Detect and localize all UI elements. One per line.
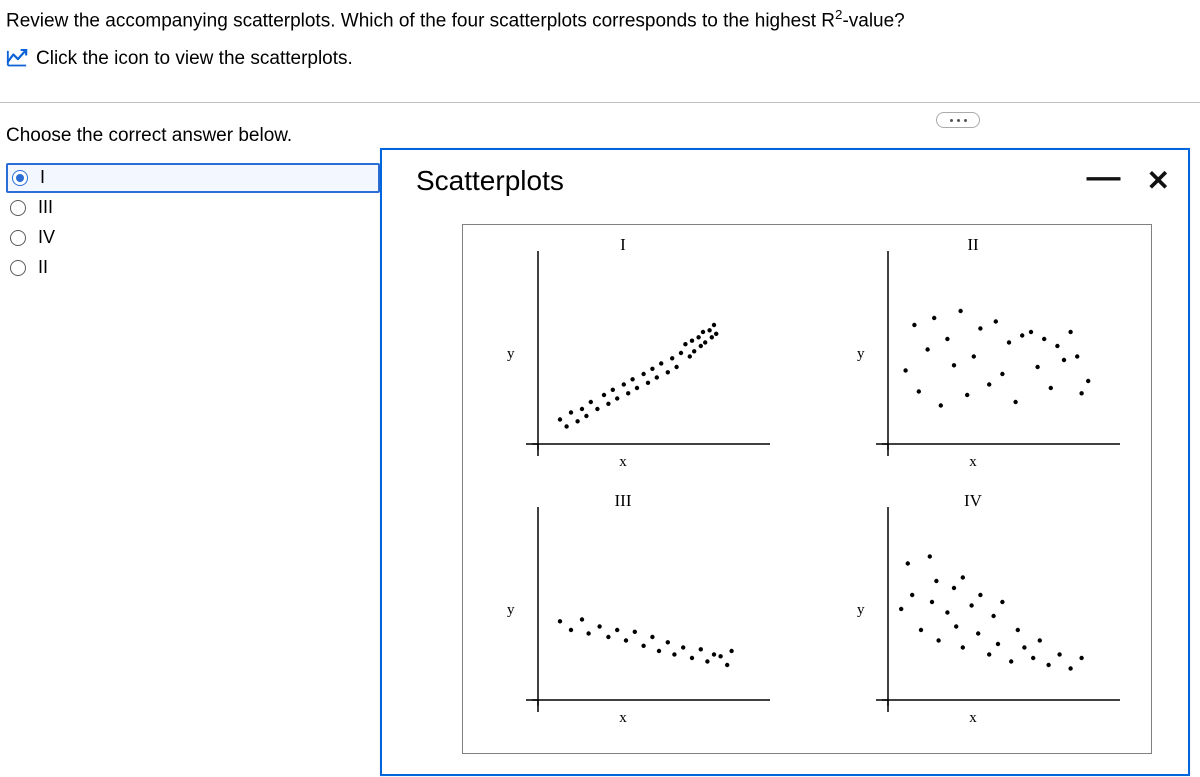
option-label: IV [38, 227, 55, 248]
divider [0, 102, 1200, 103]
answer-option[interactable]: II [6, 253, 380, 283]
y-axis-label: y [507, 485, 515, 735]
x-axis-label: x [473, 454, 773, 471]
plots-frame: I y x II y x III y x IV y x [462, 224, 1152, 754]
x-axis-label: x [473, 710, 773, 727]
plot-title: I [473, 235, 773, 255]
scatterplot-4: IV y x [823, 485, 1123, 735]
answer-option[interactable]: I [6, 163, 380, 193]
chart-line-icon[interactable] [6, 49, 28, 69]
close-button[interactable]: ✕ [1147, 167, 1170, 195]
question-text: Review the accompanying scatterplots. Wh… [6, 6, 1190, 34]
minimize-button[interactable]: — [1087, 160, 1121, 194]
answer-option[interactable]: IV [6, 223, 380, 253]
x-axis-label: x [823, 454, 1123, 471]
scatterplot-3: III y x [473, 485, 773, 735]
scatterplot-2: II y x [823, 229, 1123, 479]
scatterplots-popup: Scatterplots — ✕ I y x II y x III y x IV… [380, 148, 1190, 776]
scatterplot-1: I y x [473, 229, 773, 479]
popup-title: Scatterplots [416, 165, 564, 197]
radio-icon [10, 200, 26, 216]
radio-icon [10, 260, 26, 276]
question-part1: Review the accompanying scatterplots. Wh… [6, 10, 835, 31]
radio-icon [12, 170, 28, 186]
option-label: III [38, 197, 53, 218]
view-scatterplots-link[interactable]: Click the icon to view the scatterplots. [36, 48, 353, 70]
plot-title: II [823, 235, 1123, 255]
more-options-button[interactable] [936, 112, 980, 128]
question-part2: -value? [842, 10, 904, 31]
y-axis-label: y [507, 229, 515, 479]
option-label: I [40, 167, 45, 188]
y-axis-label: y [857, 229, 865, 479]
answer-option[interactable]: III [6, 193, 380, 223]
radio-icon [10, 230, 26, 246]
choose-prompt: Choose the correct answer below. [6, 125, 380, 147]
answer-options: IIIIIVII [6, 163, 380, 283]
y-axis-label: y [857, 485, 865, 735]
option-label: II [38, 257, 48, 278]
x-axis-label: x [823, 710, 1123, 727]
plot-title: III [473, 491, 773, 511]
plot-title: IV [823, 491, 1123, 511]
